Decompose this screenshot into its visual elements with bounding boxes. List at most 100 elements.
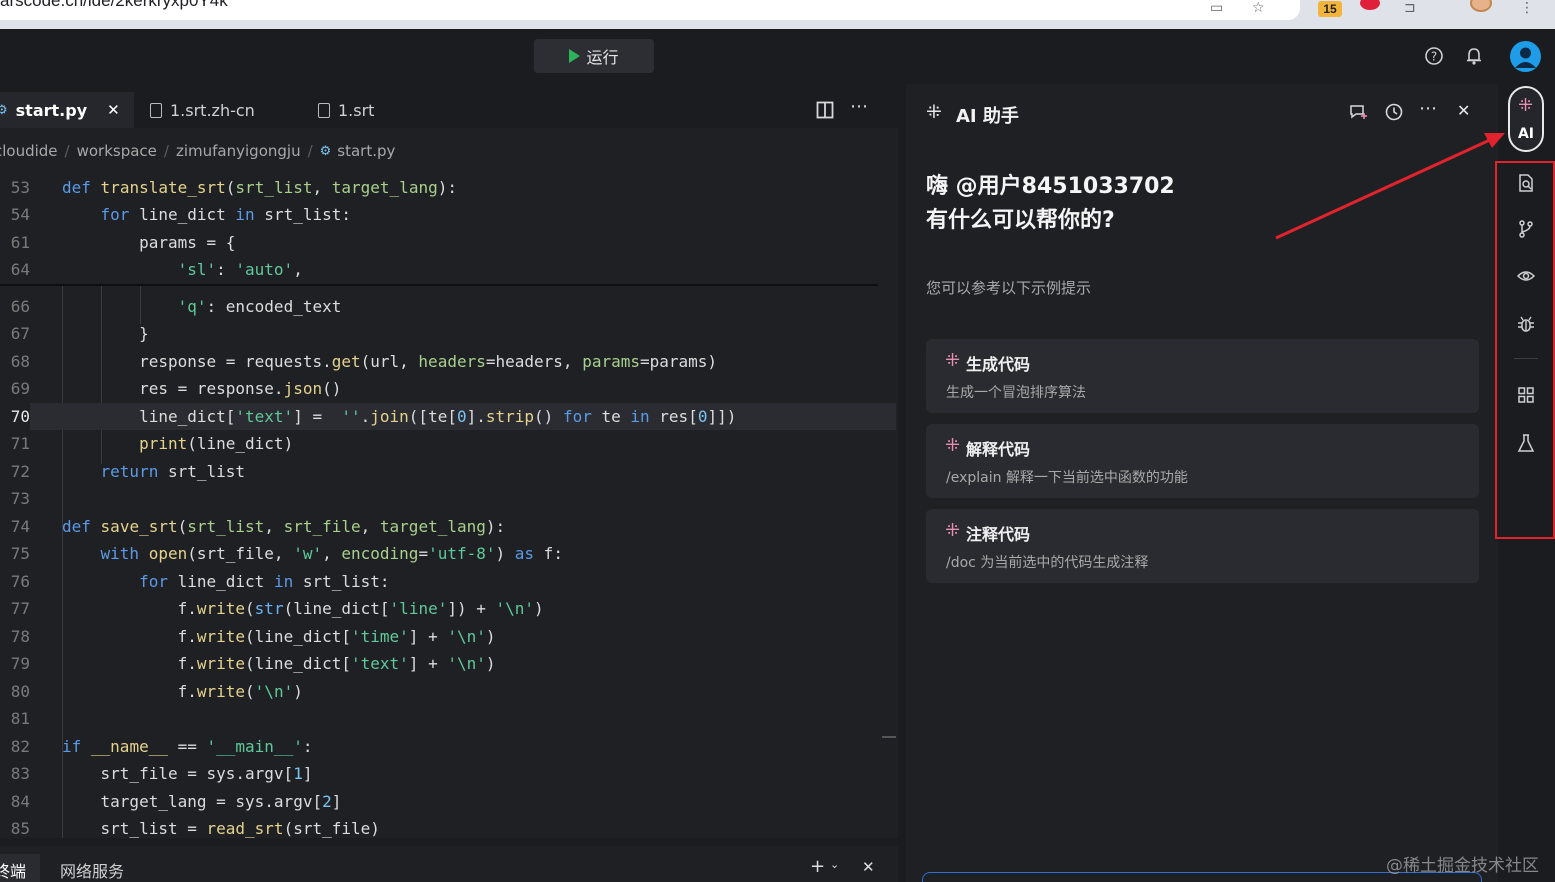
breadcrumb: cloudide / workspace / zimufanyigongju /… [0, 134, 395, 168]
spark-icon: ⁜ [945, 520, 961, 541]
code-line: 82 if __name__ == '__main__': [10, 737, 313, 756]
tab-srt-zh-cn[interactable]: 1.srt.zh-cn [150, 92, 255, 128]
tab-label: start.py [15, 100, 88, 120]
browser-menu-icon[interactable]: ⋮ [1520, 0, 1534, 16]
top-toolbar: 运行 ? [0, 29, 1555, 84]
breadcrumb-item[interactable]: workspace [77, 142, 157, 160]
spark-icon: ⁜ [945, 350, 961, 371]
code-line: 84 target_lang = sys.argv[2] [10, 792, 342, 811]
help-icon[interactable]: ? [1424, 46, 1444, 66]
ai-panel-header: ⁜ AI 助手 ⋯ ✕ [906, 84, 1498, 140]
code-line: 69 res = response.json() [10, 379, 342, 398]
bottom-panel: 终端 网络服务 + ⌄ ✕ [0, 846, 898, 882]
greeting-line2: 有什么可以帮你的? [926, 208, 1115, 233]
bell-icon[interactable] [1464, 46, 1484, 66]
play-icon [569, 49, 581, 63]
example-card-generate[interactable]: ⁜ 生成代码 生成一个冒泡排序算法 [926, 339, 1479, 413]
ide-screen: arscode.cn/ide/2kerkryxp0Y4k ▭ ☆ 15 ⊐ ⋮ … [0, 0, 1555, 882]
address-url: arscode.cn/ide/2kerkryxp0Y4k [0, 0, 228, 10]
code-line: 53 def translate_srt(srt_list, target_lan… [10, 178, 457, 197]
sticky-scroll-divider [0, 284, 878, 286]
breadcrumb-item[interactable]: zimufanyigongju [176, 142, 301, 160]
tab-label: 1.srt [338, 100, 375, 120]
editor-tabs: ⚙ start.py ✕ 1.srt.zh-cn 1.srt ⋯ [0, 84, 898, 128]
file-icon [150, 102, 162, 118]
file-icon [318, 102, 330, 118]
example-hint: 您可以参考以下示例提示 [926, 279, 1092, 297]
code-line: 75 with open(srt_file, 'w', encoding='ut… [10, 544, 563, 563]
close-panel-icon[interactable]: ✕ [862, 858, 875, 876]
code-line: 81 [10, 709, 30, 728]
code-line: 83 srt_file = sys.argv[1] [10, 764, 313, 783]
new-chat-icon[interactable] [1348, 102, 1368, 122]
chevron-down-icon[interactable]: ⌄ [830, 858, 839, 871]
ai-button-label: AI [1517, 126, 1535, 142]
more-icon[interactable]: ⋯ [1419, 98, 1437, 119]
ai-assistant-button[interactable]: ⁜ AI [1508, 86, 1544, 152]
code-line: 78 f.write(line_dict['time'] + '\n') [10, 627, 496, 646]
code-line: 54 for line_dict in srt_list: [10, 205, 351, 224]
browser-profile-avatar[interactable] [1470, 0, 1492, 12]
code-line: 74 def save_srt(srt_list, srt_file, targe… [10, 517, 506, 536]
highlight-box [1495, 161, 1555, 539]
browser-chrome: arscode.cn/ide/2kerkryxp0Y4k ▭ ☆ 15 ⊐ ⋮ [0, 0, 1555, 29]
tab-terminal[interactable]: 终端 [0, 858, 26, 882]
code-line: 73 [10, 489, 30, 508]
adblock-icon[interactable] [1360, 0, 1380, 10]
breadcrumb-separator: / [307, 142, 313, 160]
python-file-icon: ⚙ [319, 143, 332, 159]
close-icon[interactable]: ✕ [1457, 101, 1470, 120]
star-icon[interactable]: ☆ [1252, 0, 1265, 16]
tab-srt[interactable]: 1.srt [318, 92, 374, 128]
extension-badge[interactable]: 15 [1318, 1, 1342, 17]
example-card-explain[interactable]: ⁜ 解释代码 /explain 解释一下当前选中函数的功能 [926, 424, 1479, 498]
code-line: 76 for line_dict in srt_list: [10, 572, 390, 591]
scrollbar-thumb[interactable] [882, 736, 896, 738]
tab-network-service[interactable]: 网络服务 [60, 858, 124, 882]
cast-icon[interactable]: ▭ [1210, 0, 1223, 16]
code-line: 61 params = { [10, 233, 236, 252]
breadcrumb-item[interactable]: cloudide [0, 142, 58, 160]
greeting-line1: 嗨 @用户8451033702 [926, 174, 1175, 199]
card-desc: /doc 为当前选中的代码生成注释 [946, 555, 1149, 571]
card-title: 注释代码 [966, 525, 1031, 544]
ai-spark-icon: ⁜ [1518, 95, 1534, 116]
code-line: 71 print(line_dict) [10, 434, 294, 453]
split-editor-icon[interactable] [816, 101, 834, 119]
card-title: 解释代码 [966, 440, 1031, 459]
example-card-doc[interactable]: ⁜ 注释代码 /doc 为当前选中的代码生成注释 [926, 509, 1479, 583]
user-avatar[interactable] [1510, 41, 1541, 72]
code-line: 68 response = requests.get(url, headers=… [10, 352, 718, 371]
ai-assistant-panel: ⁜ AI 助手 ⋯ ✕ 嗨 @用户8451033702 有什么可以帮你的? 您可… [906, 84, 1498, 882]
run-label: 运行 [586, 48, 619, 67]
tab-start-py[interactable]: ⚙ start.py ✕ [0, 92, 134, 128]
card-desc: 生成一个冒泡排序算法 [946, 385, 1086, 401]
code-line-current: 70 line_dict['text'] = ''.join([te[0].st… [0, 403, 896, 430]
card-desc: /explain 解释一下当前选中函数的功能 [946, 470, 1188, 486]
svg-text:?: ? [1431, 50, 1437, 64]
address-bar[interactable]: arscode.cn/ide/2kerkryxp0Y4k [0, 0, 1300, 20]
code-editor: ⚙ start.py ✕ 1.srt.zh-cn 1.srt ⋯ cloudid… [0, 84, 898, 838]
code-area[interactable]: 53 def translate_srt(srt_list, target_lan… [0, 174, 896, 838]
add-terminal-icon[interactable]: + [810, 856, 825, 877]
code-line: 64 'sl': 'auto', [10, 260, 303, 279]
puzzle-icon[interactable]: ⊐ [1404, 0, 1416, 16]
breadcrumb-separator: / [163, 142, 169, 160]
code-line: 80 f.write('\n') [10, 682, 303, 701]
run-button[interactable]: 运行 [534, 39, 654, 73]
breadcrumb-separator: / [64, 142, 70, 160]
breadcrumb-item[interactable]: start.py [337, 142, 395, 160]
spark-icon: ⁜ [945, 435, 961, 456]
code-line: 85 srt_list = read_srt(srt_file) [10, 819, 380, 838]
code-line: 77 f.write(str(line_dict['line']) + '\n'… [10, 599, 544, 618]
more-icon[interactable]: ⋯ [850, 96, 868, 117]
code-line: 79 f.write(line_dict['text'] + '\n') [10, 654, 496, 673]
ai-spark-icon: ⁜ [926, 101, 942, 123]
watermark: @稀土掘金技术社区 [1386, 856, 1539, 876]
ai-panel-title: AI 助手 [956, 106, 1019, 127]
code-line: 67 } [10, 324, 149, 343]
card-title: 生成代码 [966, 355, 1031, 374]
history-icon[interactable] [1384, 102, 1404, 122]
close-icon[interactable]: ✕ [107, 101, 120, 119]
code-line: 66 'q': encoded_text [10, 297, 342, 316]
